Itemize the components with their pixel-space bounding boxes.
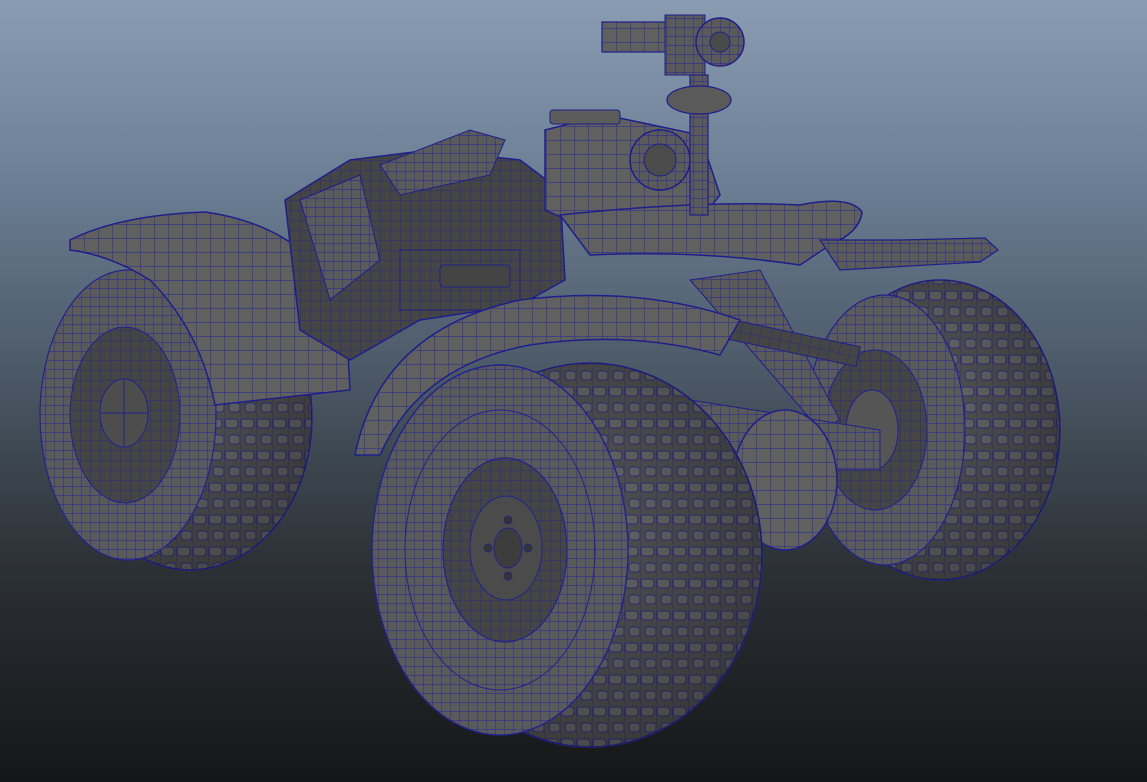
maya-viewport[interactable] — [0, 0, 1147, 782]
handlebar — [558, 200, 863, 266]
quad-bike-model[interactable] — [0, 0, 1147, 782]
front-left-wheel[interactable] — [371, 362, 763, 748]
